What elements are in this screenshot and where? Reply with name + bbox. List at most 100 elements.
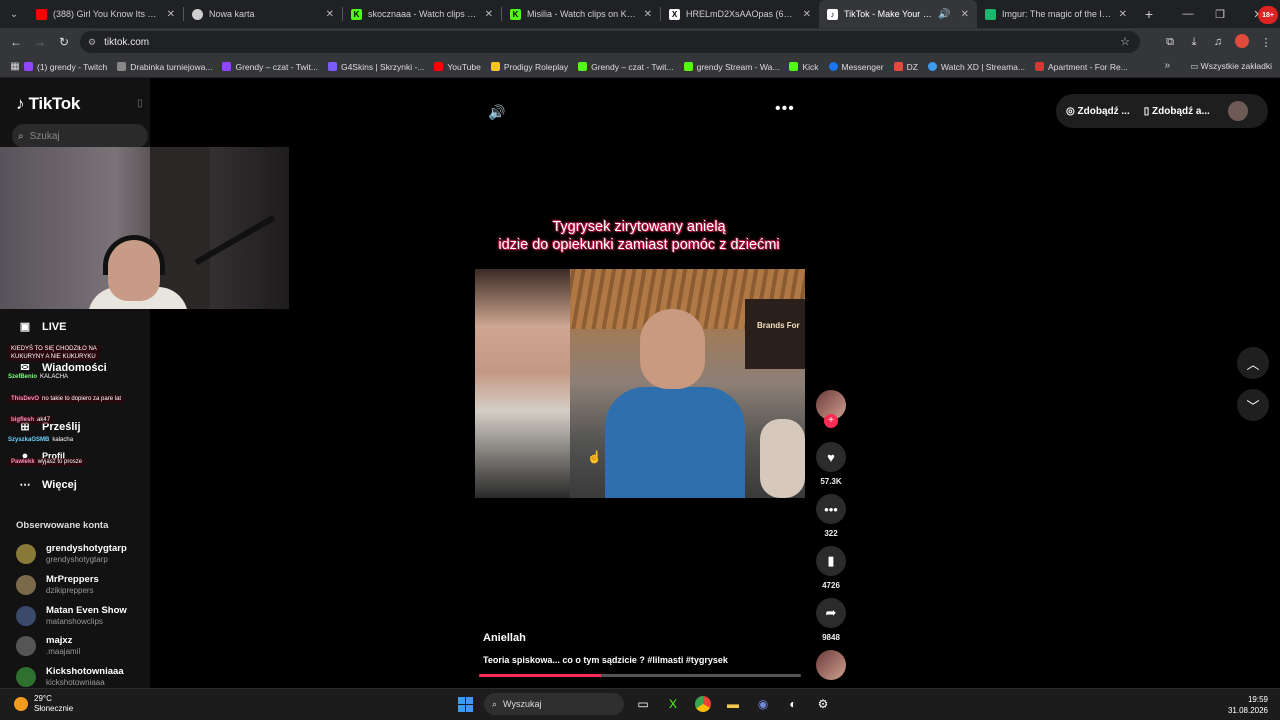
get-app-button[interactable]: ▯ Zdobądź a...	[1144, 106, 1210, 117]
followed-account[interactable]: majxz .maajamil	[16, 635, 80, 656]
next-video-button[interactable]: ﹀	[1237, 389, 1269, 421]
system-clock[interactable]: 19:59 31.08.2026	[1228, 694, 1268, 716]
settings-gear-icon[interactable]: ⚙	[812, 693, 834, 715]
video-player[interactable]: Brands For	[475, 269, 805, 498]
back-icon[interactable]: ←	[4, 35, 28, 49]
bookmark-item[interactable]: grendy Stream - Wa...	[683, 62, 779, 72]
media-control-icon[interactable]: ♫	[1210, 36, 1226, 48]
bookmark-item[interactable]: Drabinka turniejowa...	[117, 62, 212, 72]
new-tab-button[interactable]: +	[1135, 6, 1163, 22]
weather-widget[interactable]: 29°C Słonecznie	[14, 694, 73, 714]
bookmark-item[interactable]: Apartment - For Re...	[1035, 62, 1128, 72]
bookmark-star-icon[interactable]: ☆	[1120, 35, 1130, 48]
music-disc-button[interactable]	[815, 650, 847, 680]
followed-account[interactable]: grendyshotygtarp grendyshotygtarp	[16, 543, 127, 564]
discord-icon[interactable]: ◉	[752, 693, 774, 715]
kick-icon: K	[351, 8, 362, 20]
minimize-button[interactable]: —	[1172, 8, 1204, 20]
like-button[interactable]: ♥ 57.3K	[815, 442, 847, 486]
close-tab-icon[interactable]: ✕	[485, 9, 493, 20]
get-coins-button[interactable]: ◎ Zdobądź ...	[1066, 106, 1130, 117]
task-view-icon[interactable]: ▭	[632, 693, 654, 715]
bookmark-item[interactable]: YouTube	[434, 62, 481, 72]
user-avatar[interactable]	[1227, 101, 1248, 121]
avatar	[16, 543, 36, 564]
tab-x-image[interactable]: X HRELmD2XsAAOpas (658×491) ✕	[661, 0, 819, 28]
nav-more[interactable]: ⋯ Więcej	[16, 478, 77, 492]
bookmark-item[interactable]: DZ	[893, 62, 918, 72]
search-input[interactable]: ⌕ Szukaj	[12, 124, 148, 148]
nav-live[interactable]: ▣ LIVE	[16, 320, 67, 334]
bookmark-item[interactable]: Kick	[789, 62, 819, 72]
live-icon: ▣	[19, 321, 31, 333]
chrome-app-icon[interactable]	[692, 693, 714, 715]
tab-search-button[interactable]: ⌄	[0, 0, 28, 28]
menu-icon[interactable]: ⋮	[1258, 36, 1274, 49]
comment-button[interactable]: ••• 322	[815, 494, 847, 538]
extensions-icon[interactable]: ⧉	[1162, 36, 1178, 49]
bookmark-item[interactable]: (1) grendy - Twitch	[24, 62, 107, 72]
nav-messages[interactable]: ✉ Wiadomości	[16, 361, 106, 375]
collapse-sidebar-icon[interactable]: ▯	[137, 98, 143, 109]
video-author[interactable]: Aniellah	[483, 632, 526, 644]
chat-message: KIEDYŚ TO SIĘ CHODZIŁO NA	[8, 345, 100, 353]
omnibox[interactable]: ⚙ tiktok.com ☆	[80, 31, 1140, 53]
close-tab-icon[interactable]: ✕	[803, 9, 811, 20]
bookmark-item[interactable]: Grendy – czat - Twit...	[578, 62, 674, 72]
tab-youtube[interactable]: (388) Girl You Know Its True (Ra ✕	[28, 0, 183, 28]
previous-video-button[interactable]: ︿	[1237, 347, 1269, 379]
close-tab-icon[interactable]: ✕	[961, 9, 969, 20]
tab-audio-icon[interactable]: 🔊	[938, 9, 950, 20]
more-options-icon[interactable]: •••	[775, 100, 795, 118]
tab-title: TikTok - Make Your Day	[844, 9, 933, 19]
followed-account[interactable]: MrPreppers dzikipreppers	[16, 574, 99, 595]
top-right-actions: ◎ Zdobądź ... ▯ Zdobądź a...	[1056, 94, 1268, 128]
store-sign: Brands For	[757, 321, 800, 330]
bookmark-item[interactable]: Grendy – czat - Twit...	[222, 62, 318, 72]
creator-avatar[interactable]: +	[815, 390, 847, 428]
followed-account[interactable]: Matan Even Show matanshowclips	[16, 605, 127, 626]
more-dots-icon: ⋯	[19, 479, 31, 491]
chevron-down-icon: ﹀	[1246, 398, 1260, 414]
tab-title: (388) Girl You Know Its True (Ra	[53, 9, 161, 19]
taskbar-search[interactable]: ⌕ Wyszukaj	[484, 693, 624, 715]
apps-grid-icon[interactable]: ▦	[6, 61, 24, 72]
close-tab-icon[interactable]: ✕	[326, 9, 334, 20]
bookmark-item[interactable]: Messenger	[828, 62, 884, 72]
bookmark-item[interactable]: Watch XD | Streama...	[927, 62, 1025, 72]
download-icon[interactable]: ⤓	[1186, 36, 1202, 49]
forward-icon[interactable]: →	[28, 35, 52, 49]
tab-imgur[interactable]: Imgur: The magic of the Interne ✕	[977, 0, 1135, 28]
chat-message: Pawlekk wyjasz to prosze	[8, 458, 86, 466]
bookmark-item[interactable]: Prodigy Roleplay	[490, 62, 568, 72]
tab-new[interactable]: Nowa karta ✕	[184, 0, 342, 28]
maximize-button[interactable]: ❐	[1204, 8, 1236, 21]
follow-plus-icon[interactable]: +	[824, 414, 838, 428]
bookmark-item[interactable]: G4Skins | Skrzynki -...	[327, 62, 424, 72]
kick-app-icon[interactable]: X	[662, 693, 684, 715]
kick-icon: K	[510, 8, 521, 20]
file-explorer-icon[interactable]: ▬	[722, 693, 744, 715]
tab-kick-skocznaaa[interactable]: K skocznaaa - Watch clips on Kick ✕	[343, 0, 501, 28]
tiktok-logo[interactable]: ♪ TikTok	[16, 94, 80, 114]
start-button[interactable]	[454, 693, 476, 715]
video-progress-bar[interactable]	[479, 674, 801, 677]
followed-account[interactable]: Kickshotowniaaa kickshotowniaaa	[16, 666, 124, 687]
progress-fill	[479, 674, 602, 677]
volume-icon[interactable]: 🔊	[488, 104, 505, 121]
webcam-overlay	[0, 147, 289, 309]
app-icon[interactable]: ◐	[782, 693, 804, 715]
close-tab-icon[interactable]: ✕	[644, 9, 652, 20]
all-bookmarks-button[interactable]: ▭ Wszystkie zakładki	[1190, 61, 1272, 72]
tab-kick-misilia[interactable]: K Misilia - Watch clips on Kick ✕	[502, 0, 660, 28]
profile-avatar[interactable]	[1234, 33, 1250, 51]
close-tab-icon[interactable]: ✕	[1119, 9, 1127, 20]
tab-tiktok[interactable]: ♪ TikTok - Make Your Day 🔊 ✕	[819, 0, 977, 28]
site-info-icon[interactable]: ⚙	[88, 37, 96, 48]
save-button[interactable]: ▮ 4726	[815, 546, 847, 590]
share-button[interactable]: ➦ 9848	[815, 598, 847, 642]
reload-icon[interactable]: ↻	[52, 35, 76, 49]
bookmarks-overflow-icon[interactable]: »	[1164, 60, 1170, 71]
video-person	[605, 309, 745, 498]
close-tab-icon[interactable]: ✕	[167, 9, 175, 20]
